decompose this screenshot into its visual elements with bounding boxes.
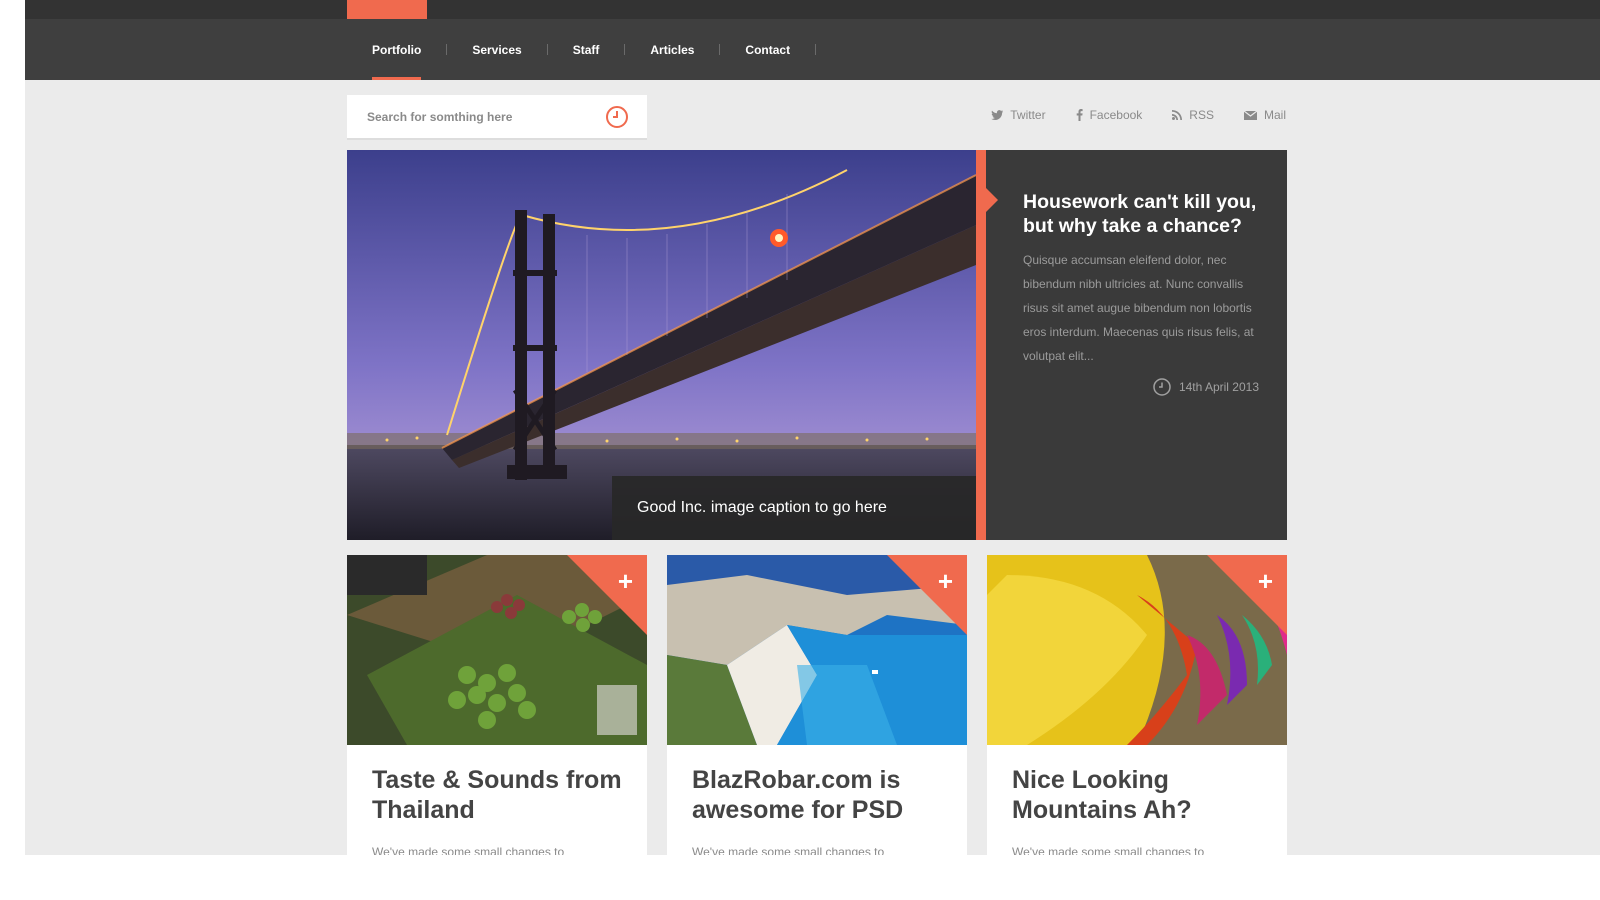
nav-item-services[interactable]: Services	[447, 19, 548, 80]
social-label: RSS	[1189, 108, 1214, 122]
card-excerpt: We've made some small changes to	[692, 845, 885, 855]
card-excerpt: We've made some small changes to	[372, 845, 565, 855]
search-input[interactable]	[367, 95, 607, 138]
nav-item-staff[interactable]: Staff	[548, 19, 626, 80]
expand-button[interactable]: +	[887, 555, 967, 635]
social-label: Mail	[1263, 108, 1286, 122]
image-caption: Good Inc. image caption to go here	[612, 476, 976, 540]
nav-item-portfolio[interactable]: Portfolio	[347, 19, 448, 80]
nav-item-label: Portfolio	[372, 42, 422, 57]
social-label: Facebook	[1089, 108, 1143, 122]
nav-divider	[815, 44, 817, 55]
card-grid: + Taste & Sounds from Thailand We've mad…	[347, 555, 1287, 855]
nav-item-articles[interactable]: Articles	[625, 19, 721, 80]
clock-icon	[1153, 378, 1171, 396]
card-title[interactable]: Nice Looking Mountains Ah?	[1012, 765, 1272, 825]
featured-text: Housework can't kill you, but why take a…	[1023, 190, 1259, 396]
hero-pointer	[986, 188, 998, 212]
nav-item-label: Staff	[572, 42, 600, 57]
social-links: Twitter Facebook RSS Mail	[991, 108, 1286, 122]
card-mountains[interactable]: + Nice Looking Mountains Ah? We've made …	[987, 555, 1287, 855]
nav-item-label: Contact	[745, 42, 791, 57]
hero-accent-strip	[976, 150, 986, 540]
search-box	[347, 95, 647, 140]
featured-title[interactable]: Housework can't kill you, but why take a…	[1023, 190, 1259, 238]
page-frame: Portfolio Services Staff Articles Contac…	[25, 0, 1600, 855]
mail-link[interactable]: Mail	[1243, 108, 1286, 122]
card-title[interactable]: Taste & Sounds from Thailand	[372, 765, 632, 825]
nav-item-label: Articles	[650, 42, 695, 57]
plus-icon: +	[937, 566, 953, 596]
facebook-link[interactable]: Facebook	[1076, 108, 1143, 122]
mail-icon	[1243, 110, 1257, 120]
top-bar-accent	[347, 0, 427, 19]
featured-post: Good Inc. image caption to go here House…	[347, 150, 1287, 540]
plus-icon: +	[1257, 566, 1273, 596]
plus-icon: +	[617, 566, 633, 596]
expand-button[interactable]: +	[567, 555, 647, 635]
main-nav: Portfolio Services Staff Articles Contac…	[25, 19, 1600, 80]
card-blazrobar[interactable]: + BlazRobar.com is awesome for PSD We've…	[667, 555, 967, 855]
expand-button[interactable]: +	[1207, 555, 1287, 635]
top-bar	[25, 0, 1600, 19]
date-text: 14th April 2013	[1178, 380, 1259, 394]
nav-item-contact[interactable]: Contact	[720, 19, 817, 80]
rss-link[interactable]: RSS	[1172, 108, 1214, 122]
twitter-icon	[991, 110, 1004, 120]
twitter-link[interactable]: Twitter	[991, 108, 1046, 122]
nav-item-label: Services	[472, 42, 522, 57]
card-thailand[interactable]: + Taste & Sounds from Thailand We've mad…	[347, 555, 647, 855]
facebook-icon	[1076, 109, 1083, 121]
featured-date: 14th April 2013	[1023, 378, 1259, 396]
rss-icon	[1172, 110, 1183, 120]
social-label: Twitter	[1010, 108, 1046, 122]
card-excerpt: We've made some small changes to	[1012, 845, 1205, 855]
featured-excerpt: Quisque accumsan eleifend dolor, nec bib…	[1023, 253, 1254, 363]
clock-search-icon[interactable]	[605, 105, 629, 129]
card-title[interactable]: BlazRobar.com is awesome for PSD	[692, 765, 952, 825]
